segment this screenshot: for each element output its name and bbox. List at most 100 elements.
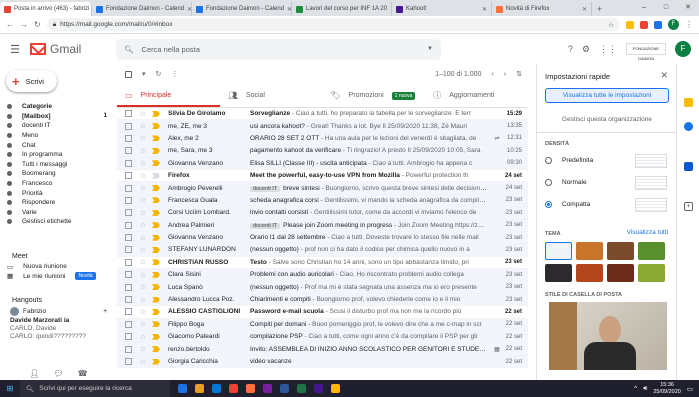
- email-row[interactable]: ☆ Luca Spanò (nessun oggetto) - Prof ma mi…: [117, 281, 528, 294]
- volume-icon[interactable]: 🔊︎: [643, 385, 647, 393]
- density-option-compatta[interactable]: Compatta: [545, 201, 590, 208]
- email-row[interactable]: ☆ CHRISTIAN RUSSO Testo - Salve sono Chris…: [117, 257, 528, 270]
- theme-thumbnail[interactable]: [576, 264, 603, 282]
- more-actions-icon[interactable]: ⋮: [171, 70, 178, 78]
- row-checkbox[interactable]: [125, 345, 132, 353]
- row-checkbox[interactable]: [125, 159, 132, 167]
- email-row[interactable]: ☆ me, Sara, me 3 pagamento kahoot da verif…: [117, 145, 528, 158]
- theme-thumbnail[interactable]: [576, 242, 603, 260]
- row-checkbox[interactable]: [125, 221, 132, 229]
- taskbar-app-icon[interactable]: [246, 384, 255, 393]
- close-window-icon[interactable]: ✕: [677, 0, 699, 16]
- add-contact-icon[interactable]: +: [103, 308, 117, 315]
- close-icon[interactable]: ✕: [660, 70, 668, 81]
- search-bar[interactable]: 🔍︎ Cerca nella posta ▼: [116, 38, 441, 60]
- star-icon[interactable]: ☆: [138, 221, 148, 229]
- star-icon[interactable]: ☆: [138, 110, 148, 118]
- row-checkbox[interactable]: [125, 196, 132, 204]
- star-icon[interactable]: ☆: [138, 333, 148, 341]
- url-field[interactable]: 🔒︎ https://mail.google.com/mail/u/0/#inb…: [46, 18, 620, 31]
- account-avatar[interactable]: F: [675, 41, 691, 57]
- importance-marker-icon[interactable]: [152, 234, 160, 241]
- email-row[interactable]: ☆ Clara Sisini Problemi con audio auricola…: [117, 269, 528, 282]
- phone-icon[interactable]: ☎: [78, 369, 88, 378]
- taskbar-app-icon[interactable]: [331, 384, 340, 393]
- row-checkbox[interactable]: [125, 258, 132, 266]
- importance-marker-icon[interactable]: [152, 110, 160, 117]
- hangouts-conversation[interactable]: CARLO, Davide CARLO: quindi?????????: [0, 325, 117, 341]
- taskbar-app-icon[interactable]: [263, 384, 272, 393]
- row-checkbox[interactable]: [125, 333, 132, 341]
- taskbar-search-input[interactable]: Scrivi qui per eseguire la ricerca: [39, 385, 131, 392]
- row-checkbox[interactable]: [125, 320, 132, 328]
- extension-icon[interactable]: [626, 20, 634, 29]
- star-icon[interactable]: ☆: [138, 283, 148, 291]
- row-checkbox[interactable]: [125, 308, 132, 316]
- browser-tab[interactable]: Kahoot! ✕: [392, 2, 492, 16]
- browser-profile-avatar[interactable]: F: [668, 19, 679, 30]
- browser-menu-icon[interactable]: ⋮: [685, 20, 693, 29]
- importance-marker-icon[interactable]: [152, 333, 160, 340]
- star-icon[interactable]: ☆: [138, 320, 148, 328]
- taskbar-app-icon[interactable]: [195, 384, 204, 393]
- sidebar-item[interactable]: docenti IT: [0, 121, 117, 131]
- email-row[interactable]: ☆ renzo.bertoldo Invito: ASSEMBLEA DI INIZ…: [117, 343, 528, 356]
- star-icon[interactable]: ☆: [138, 209, 148, 217]
- browser-tab[interactable]: Fondazione Daimon - Calend ✕: [192, 2, 292, 16]
- importance-marker-icon[interactable]: [152, 246, 160, 253]
- row-checkbox[interactable]: [125, 147, 132, 155]
- theme-thumbnail[interactable]: [607, 264, 634, 282]
- sidebar-item[interactable]: Meno: [0, 131, 117, 141]
- search-options-icon[interactable]: ▼: [427, 46, 433, 52]
- extension-icon[interactable]: [640, 20, 648, 29]
- importance-marker-icon[interactable]: [152, 271, 160, 278]
- row-checkbox[interactable]: [125, 358, 132, 365]
- email-row[interactable]: ☆ me, ZE, me 3 usi ancora kahoot? - Great!…: [117, 120, 528, 133]
- browser-tab[interactable]: Fondazione Daimon - Calend ✕: [92, 2, 192, 16]
- label-chip[interactable]: docenti IT: [250, 222, 281, 229]
- radio-button[interactable]: [545, 201, 552, 208]
- tab-promozioni[interactable]: 🏷︎ Promozioni 1 nuova: [323, 84, 426, 107]
- email-row[interactable]: ☆ Ambrogio Peverelli docenti IT breve sinte…: [117, 182, 528, 195]
- tab-social[interactable]: 👥︎ Social: [220, 84, 323, 107]
- theme-thumbnail[interactable]: [607, 242, 634, 260]
- row-checkbox[interactable]: [125, 283, 132, 291]
- chat-bubble-icon[interactable]: 💬︎: [54, 369, 64, 378]
- tab-principale[interactable]: ▭ Principale: [117, 84, 220, 107]
- refresh-icon[interactable]: ↻: [156, 70, 162, 78]
- importance-marker-icon[interactable]: [152, 284, 160, 291]
- taskbar-search[interactable]: 🔍︎ Scrivi qui per eseguire la ricerca: [20, 380, 170, 397]
- importance-marker-icon[interactable]: [152, 185, 160, 192]
- star-icon[interactable]: ☆: [138, 184, 148, 192]
- row-checkbox[interactable]: [125, 184, 132, 192]
- select-dropdown-icon[interactable]: ▾: [142, 70, 146, 78]
- sort-density-icon[interactable]: ⇅: [516, 70, 522, 78]
- system-clock[interactable]: 15:36 25/09/2020: [653, 382, 681, 396]
- add-addon-icon[interactable]: +: [684, 202, 693, 211]
- email-row[interactable]: ☆ Giacomo Paleardi compilazione PSP - Ciao…: [117, 331, 528, 344]
- sidebar-item[interactable]: Rispondere: [0, 198, 117, 208]
- theme-thumbnail[interactable]: [638, 264, 665, 282]
- email-row[interactable]: ☆ Silvia De Girolamo Sorveglianze - Ciao a…: [117, 108, 528, 121]
- star-icon[interactable]: ☆: [138, 296, 148, 304]
- gmail-logo[interactable]: Gmail: [30, 42, 116, 56]
- email-row[interactable]: ☆ Firefox Meet the powerful, easy-to-use V…: [117, 170, 528, 183]
- star-icon[interactable]: ☆: [138, 308, 148, 316]
- row-checkbox[interactable]: [125, 172, 132, 180]
- row-checkbox[interactable]: [125, 122, 132, 130]
- email-row[interactable]: ☆ STEFANY LUNARDON (nessun oggetto) - prof…: [117, 244, 528, 257]
- windows-start-icon[interactable]: ⊞: [0, 384, 20, 393]
- star-icon[interactable]: ☆: [138, 271, 148, 279]
- importance-marker-icon[interactable]: [152, 358, 160, 365]
- new-meeting-link[interactable]: ▭ Nuova riunione: [0, 262, 117, 272]
- row-checkbox[interactable]: [125, 246, 132, 254]
- taskbar-app-icon[interactable]: [297, 384, 306, 393]
- chevron-up-icon[interactable]: ^: [634, 385, 637, 392]
- row-checkbox[interactable]: [125, 271, 132, 279]
- apps-grid-icon[interactable]: ⋮⋮: [599, 44, 617, 55]
- maximize-icon[interactable]: □: [655, 0, 677, 16]
- browser-tab[interactable]: Posta in arrivo (463) - fabrizi✕: [0, 2, 92, 16]
- importance-marker-icon[interactable]: [152, 197, 160, 204]
- taskbar-app-icon[interactable]: [229, 384, 238, 393]
- importance-marker-icon[interactable]: [152, 308, 160, 315]
